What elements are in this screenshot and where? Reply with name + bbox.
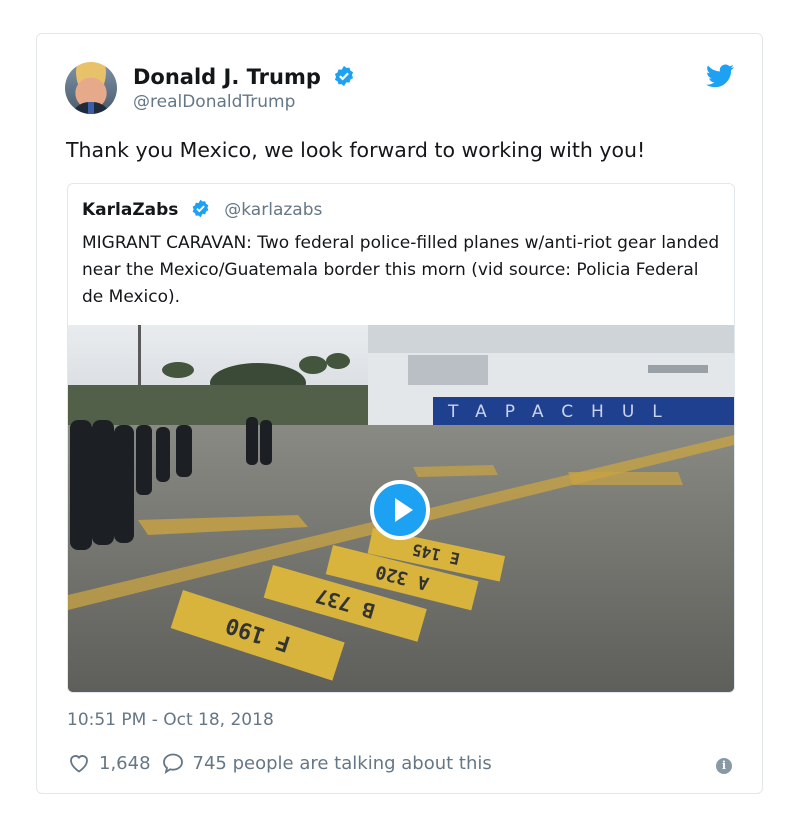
comment-icon [162,753,183,774]
tweet-actions: 1,648 745 people are talking about this [67,751,502,775]
video-thumbnail[interactable]: TAPACHUL F 190 B 737 A 320 E 145 [68,325,734,692]
tweet-timestamp[interactable]: 10:51 PM - Oct 18, 2018 [67,710,274,730]
quoted-author-handle[interactable]: @karlazabs [224,200,322,220]
quoted-author-row[interactable]: KarlaZabs @karlazabs [82,199,322,220]
play-button[interactable] [370,480,430,540]
quoted-tweet-text: MIGRANT CARAVAN: Two federal police-fill… [82,233,720,307]
talking-count: 745 people are talking about this [192,752,492,774]
quoted-author-name[interactable]: KarlaZabs [82,200,178,220]
author-name-row[interactable]: Donald J. Trump [133,65,355,89]
twitter-bird-icon[interactable] [706,64,734,88]
like-count: 1,648 [99,752,151,774]
tweet-text: Thank you Mexico, we look forward to wor… [66,138,646,162]
info-icon[interactable]: i [716,758,732,774]
verified-badge-icon [335,65,354,87]
quoted-tweet[interactable]: KarlaZabs @karlazabs MIGRANT CARAVAN: Tw… [67,183,735,693]
heart-icon [70,755,88,773]
author-avatar[interactable] [65,62,117,114]
verified-badge-icon [193,199,209,218]
like-button[interactable]: 1,648 [67,751,151,775]
author-handle[interactable]: @realDonaldTrump [133,92,295,112]
comment-button[interactable]: 745 people are talking about this [161,751,492,775]
author-name[interactable]: Donald J. Trump [133,65,321,89]
embedded-tweet-card[interactable]: Donald J. Trump @realDonaldTrump Thank y… [36,33,763,794]
building-sign: TAPACHUL [447,402,680,422]
